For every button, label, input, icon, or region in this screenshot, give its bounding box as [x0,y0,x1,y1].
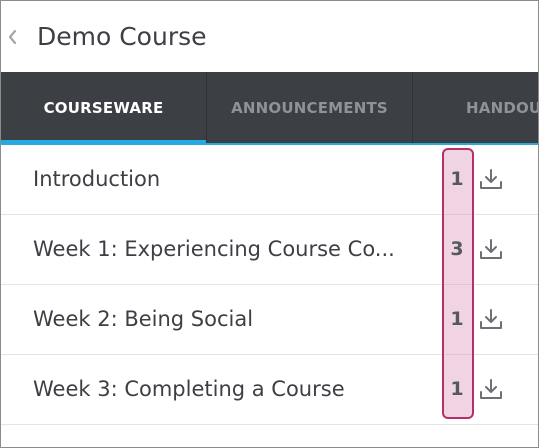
list-item[interactable]: Introduction 1 [1,145,538,215]
download-icon [480,239,502,259]
tab-bar: COURSEWARE ANNOUNCEMENTS HANDOUTS [1,72,538,145]
download-button[interactable] [478,307,504,333]
tab-handouts[interactable]: HANDOUTS [412,72,538,145]
download-icon [480,169,502,189]
list-item[interactable]: Week 2: Being Social 1 [1,285,538,355]
download-button[interactable] [478,377,504,403]
download-button[interactable] [478,237,504,263]
video-count-badge: 1 [450,168,464,190]
page-title: Demo Course [37,22,207,51]
section-title: Week 1: Experiencing Course Co... [33,237,395,261]
video-count-badge: 3 [450,238,464,260]
back-button[interactable] [1,17,27,57]
download-button[interactable] [478,167,504,193]
tab-announcements[interactable]: ANNOUNCEMENTS [206,72,412,145]
list-item[interactable]: Week 1: Experiencing Course Co... 3 [1,215,538,285]
video-count-badge: 1 [450,308,464,330]
section-title: Week 3: Completing a Course [33,377,345,401]
section-title: Introduction [33,167,161,191]
chevron-left-icon [8,29,17,45]
video-count-badge: 1 [450,378,464,400]
download-icon [480,379,502,399]
section-list: Introduction 1 Week 1: Experiencing Cour… [1,145,538,425]
list-item[interactable]: Week 3: Completing a Course 1 [1,355,538,425]
tab-courseware[interactable]: COURSEWARE [1,72,206,145]
header: Demo Course [1,1,538,72]
download-icon [480,309,502,329]
app-window: Demo Course COURSEWARE ANNOUNCEMENTS HAN… [0,0,539,448]
section-title: Week 2: Being Social [33,307,254,331]
